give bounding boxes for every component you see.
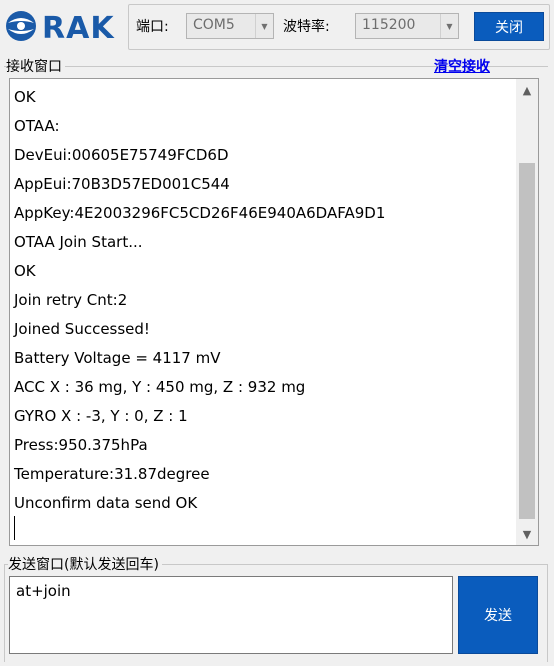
logo-text: RAK xyxy=(42,10,115,46)
port-label: 端口: xyxy=(136,19,169,35)
baud-rate-select[interactable]: 115200 ▼ xyxy=(355,13,459,39)
chevron-down-icon[interactable]: ▼ xyxy=(255,14,273,38)
receive-line: AppKey:4E2003296FC5CD26F46E940A6DAFA9D1 xyxy=(14,204,386,222)
receive-line: Press:950.375hPa xyxy=(14,436,148,454)
receive-scrollbar[interactable]: ▲ ▼ xyxy=(516,79,538,545)
receive-line: OTAA: xyxy=(14,117,60,135)
receive-line: OTAA Join Start... xyxy=(14,233,143,251)
port-select-value: COM5 xyxy=(193,17,235,33)
receive-line: DevEui:00605E75749FCD6D xyxy=(14,146,229,164)
close-port-button[interactable]: 关闭 xyxy=(474,12,544,41)
clear-receive-link[interactable]: 清空接收 xyxy=(434,58,490,76)
receive-line: GYRO X : -3, Y : 0, Z : 1 xyxy=(14,407,188,425)
receive-line: Battery Voltage = 4117 mV xyxy=(14,349,221,367)
baud-rate-select-value: 115200 xyxy=(362,17,416,33)
receive-line: OK xyxy=(14,262,36,280)
receive-textarea[interactable]: OK OTAA: DevEui:00605E75749FCD6D AppEui:… xyxy=(9,78,539,546)
receive-line: Unconfirm data send OK xyxy=(14,494,198,512)
scroll-down-arrow-icon[interactable]: ▼ xyxy=(516,523,538,545)
receive-line: Temperature:31.87degree xyxy=(14,465,210,483)
scroll-thumb[interactable] xyxy=(519,163,535,519)
receive-lines: OK OTAA: DevEui:00605E75749FCD6D AppEui:… xyxy=(14,83,510,518)
send-window-label: 发送窗口(默认发送回车) xyxy=(8,556,162,574)
baud-rate-label: 波特率: xyxy=(283,19,330,35)
text-caret xyxy=(14,516,15,540)
receive-line: ACC X : 36 mg, Y : 450 mg, Z : 932 mg xyxy=(14,378,306,396)
rak-logo: RAK xyxy=(4,8,124,48)
receive-line: Joined Successed! xyxy=(14,320,150,338)
chevron-down-icon[interactable]: ▼ xyxy=(440,14,458,38)
send-button[interactable]: 发送 xyxy=(458,576,538,654)
receive-window-label: 接收窗口 xyxy=(6,58,65,76)
scroll-up-arrow-icon[interactable]: ▲ xyxy=(516,79,538,101)
rak-logo-icon xyxy=(4,9,38,47)
receive-line: Join retry Cnt:2 xyxy=(14,291,128,309)
send-textarea[interactable]: at+join xyxy=(9,576,453,654)
receive-line: AppEui:70B3D57ED001C544 xyxy=(14,175,230,193)
receive-line: OK xyxy=(14,88,36,106)
port-select[interactable]: COM5 ▼ xyxy=(186,13,274,39)
send-input-value: at+join xyxy=(16,582,71,600)
